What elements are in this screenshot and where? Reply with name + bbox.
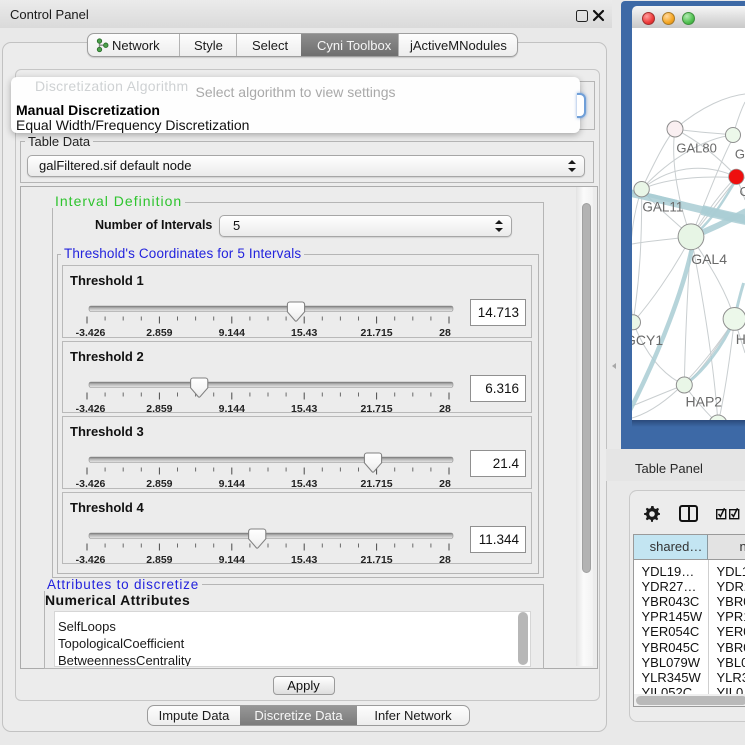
svg-text:28: 28 bbox=[439, 327, 451, 338]
svg-text:2.859: 2.859 bbox=[146, 554, 172, 565]
svg-text:-3.426: -3.426 bbox=[76, 403, 106, 414]
svg-text:HAP2: HAP2 bbox=[686, 394, 723, 410]
svg-text:15.43: 15.43 bbox=[291, 403, 317, 414]
svg-text:9.144: 9.144 bbox=[219, 327, 245, 338]
svg-text:GAL4: GAL4 bbox=[691, 251, 727, 267]
svg-text:9.144: 9.144 bbox=[219, 403, 245, 414]
svg-text:2.859: 2.859 bbox=[146, 327, 172, 338]
svg-text:-3.426: -3.426 bbox=[76, 554, 106, 565]
svg-text:28: 28 bbox=[439, 403, 451, 414]
svg-text:GAL80: GAL80 bbox=[676, 141, 716, 156]
svg-text:2.859: 2.859 bbox=[146, 478, 172, 489]
svg-text:-3.426: -3.426 bbox=[76, 478, 106, 489]
svg-text:9.144: 9.144 bbox=[219, 478, 245, 489]
svg-text:9.144: 9.144 bbox=[219, 554, 245, 565]
svg-text:2.859: 2.859 bbox=[146, 403, 172, 414]
svg-text:15.43: 15.43 bbox=[291, 327, 317, 338]
svg-text:21.715: 21.715 bbox=[361, 478, 393, 489]
svg-text:21.715: 21.715 bbox=[361, 327, 393, 338]
svg-text:21.715: 21.715 bbox=[361, 403, 393, 414]
svg-text:15.43: 15.43 bbox=[291, 478, 317, 489]
svg-text:GCY1: GCY1 bbox=[632, 332, 663, 348]
svg-text:21.715: 21.715 bbox=[361, 554, 393, 565]
svg-text:28: 28 bbox=[439, 478, 451, 489]
svg-text:GAL11: GAL11 bbox=[642, 200, 683, 215]
svg-text:GA: GA bbox=[735, 147, 745, 162]
svg-text:H: H bbox=[736, 331, 745, 347]
svg-text:28: 28 bbox=[439, 554, 451, 565]
svg-text:15.43: 15.43 bbox=[291, 554, 317, 565]
svg-text:C: C bbox=[740, 184, 745, 199]
svg-text:-3.426: -3.426 bbox=[76, 327, 106, 338]
